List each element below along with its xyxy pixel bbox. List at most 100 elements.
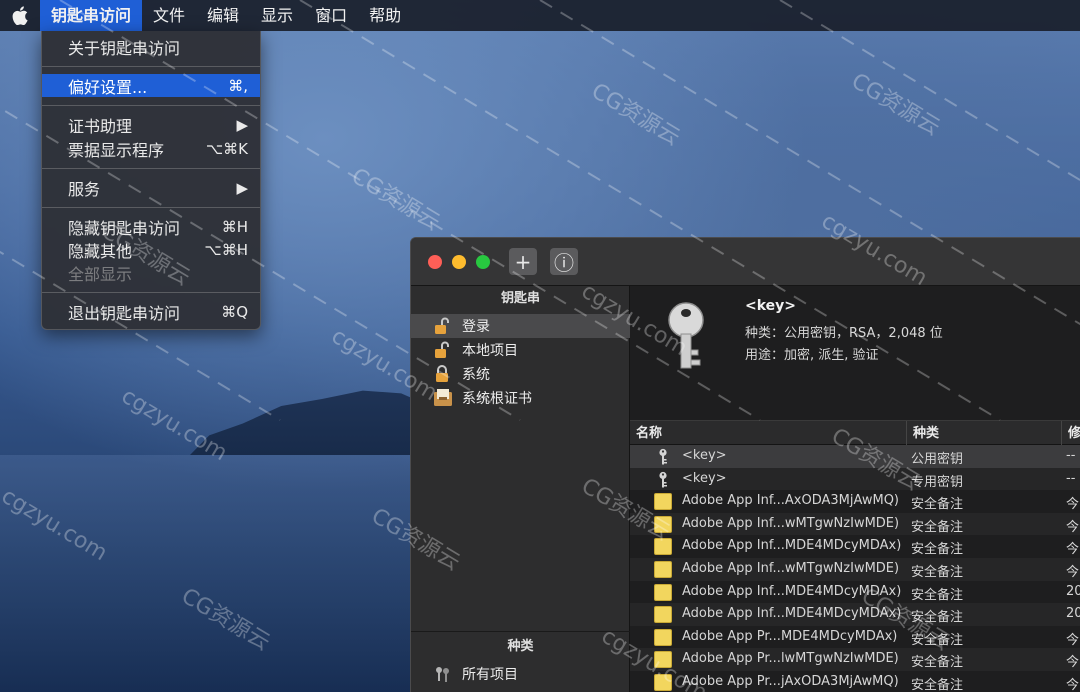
items-table: <key> 公用密钥 -- <key> 专用密钥 -- Adobe App Inf...Ax…: [630, 445, 1080, 692]
row-name: Adobe App Inf...MDE4MDcyMDAx): [682, 538, 902, 554]
menu-item-about[interactable]: 关于钥匙串访问: [42, 35, 260, 58]
row-kind: 安全备注: [911, 655, 964, 671]
menu-item-label: 服务: [68, 179, 101, 199]
keychains-header: 钥匙串: [500, 291, 540, 306]
row-modified: --: [1066, 448, 1076, 463]
menu-keychain-access[interactable]: 钥匙串访问: [40, 0, 143, 31]
sidebar: 钥匙串 登录 本地项目 系统 系统根证书 种类 所有项目: [411, 286, 630, 692]
get-info-button[interactable]: ⓘ: [550, 248, 578, 275]
menu-shortcut: ⌘,: [228, 76, 248, 95]
sidebar-item-system-roots[interactable]: 系统根证书: [411, 386, 630, 410]
column-header-modified[interactable]: 修: [1061, 421, 1080, 446]
table-row[interactable]: Adobe App Pr...jAxODA3MjAwMQ) 安全备注 今: [630, 671, 1080, 692]
unlocked-padlock-icon: [433, 316, 453, 336]
unlocked-padlock-icon: [433, 340, 453, 360]
menu-item-ticket-viewer[interactable]: 票据显示程序 ⌥⌘K: [42, 137, 260, 160]
table-row[interactable]: <key> 公用密钥 --: [630, 445, 1080, 468]
row-name: Adobe App Inf...wMTgwNzIwMDE): [682, 560, 900, 576]
row-kind: 安全备注: [911, 677, 964, 692]
close-window-button[interactable]: [428, 255, 442, 269]
row-kind: 安全备注: [911, 610, 964, 626]
menu-item-label: 票据显示程序: [68, 140, 165, 160]
sidebar-item-local-items[interactable]: 本地项目: [411, 338, 630, 362]
item-kind-line: 种类：公用密钥，RSA，2,048 位: [745, 326, 943, 341]
row-modified: --: [1066, 470, 1076, 486]
menu-item-quit[interactable]: 退出钥匙串访问 ⌘Q: [42, 300, 260, 323]
sidebar-item-all-items[interactable]: 所有项目: [411, 662, 630, 686]
menu-separator: [42, 168, 260, 169]
row-modified: 今: [1066, 497, 1080, 513]
row-name: Adobe App Pr...lwMTgwNzIwMDE): [682, 651, 899, 667]
item-info-panel: <key> 种类：公用密钥，RSA，2,048 位 用途：加密, 派生, 验证: [630, 286, 1080, 416]
item-title: <key>: [745, 298, 797, 314]
row-name: <key>: [682, 448, 727, 463]
note-icon: [654, 560, 672, 578]
menu-separator: [42, 66, 260, 67]
table-row[interactable]: Adobe App Inf...MDE4MDcyMDAx) 安全备注 20: [630, 603, 1080, 626]
note-icon: [654, 628, 672, 646]
certificate-cabinet-icon: [433, 388, 453, 408]
menu-item-hide-app[interactable]: 隐藏钥匙串访问 ⌘H: [42, 215, 260, 238]
note-icon: [654, 651, 672, 669]
all-items-icon: [433, 664, 453, 684]
menu-item-show-all: 全部显示: [42, 261, 260, 284]
sidebar-item-label: 系统根证书: [462, 391, 532, 407]
note-icon: [654, 673, 672, 691]
menu-item-certificate-assistant[interactable]: 证书助理 ▶: [42, 113, 260, 136]
sidebar-item-label: 系统: [462, 367, 490, 383]
row-name: Adobe App Inf...AxODA3MjAwMQ): [682, 493, 899, 509]
menu-view[interactable]: 显示: [250, 0, 304, 31]
note-icon: [654, 538, 672, 556]
key-large-icon: [662, 300, 710, 376]
menu-item-hide-others[interactable]: 隐藏其他 ⌥⌘H: [42, 238, 260, 261]
row-kind: 安全备注: [911, 564, 964, 580]
main-content: <key> 种类：公用密钥，RSA，2,048 位 用途：加密, 派生, 验证 …: [630, 286, 1080, 692]
locked-padlock-icon: [433, 364, 453, 384]
sidebar-item-system[interactable]: 系统: [411, 362, 630, 386]
zoom-window-button[interactable]: [476, 255, 490, 269]
category-section: 种类 所有项目: [411, 631, 630, 692]
menu-item-label: 关于钥匙串访问: [68, 38, 181, 58]
minimize-window-button[interactable]: [452, 255, 466, 269]
column-header-name[interactable]: 名称: [630, 421, 662, 446]
row-kind: 安全备注: [911, 542, 964, 558]
menu-item-services[interactable]: 服务 ▶: [42, 176, 260, 199]
column-header-kind[interactable]: 种类: [906, 421, 939, 446]
row-modified: 今: [1066, 564, 1080, 580]
menu-separator: [42, 105, 260, 106]
apple-menu-icon[interactable]: [0, 0, 40, 31]
menu-shortcut: ⌥⌘H: [204, 240, 248, 259]
menu-item-label: 隐藏钥匙串访问: [68, 218, 181, 238]
key-icon: [654, 448, 672, 465]
menu-item-label: 证书助理: [68, 116, 133, 136]
sidebar-item-login[interactable]: 登录: [411, 314, 630, 338]
menu-shortcut: ⌥⌘K: [205, 139, 248, 158]
row-kind: 安全备注: [911, 587, 964, 603]
note-icon: [654, 606, 672, 624]
table-row[interactable]: Adobe App Inf...MDE4MDcyMDAx) 安全备注 20: [630, 581, 1080, 604]
row-modified: 今: [1066, 677, 1080, 692]
table-row[interactable]: Adobe App Inf...AxODA3MjAwMQ) 安全备注 今: [630, 490, 1080, 513]
menu-edit[interactable]: 编辑: [196, 0, 250, 31]
menu-window[interactable]: 窗口: [304, 0, 358, 31]
row-name: Adobe App Inf...wMTgwNzIwMDE): [682, 515, 900, 531]
note-icon: [654, 515, 672, 533]
menu-bar: 钥匙串访问 文件 编辑 显示 窗口 帮助: [0, 0, 1080, 31]
table-row[interactable]: Adobe App Inf...wMTgwNzIwMDE) 安全备注 今: [630, 512, 1080, 536]
window-toolbar: + ⓘ: [411, 238, 1080, 286]
menu-item-preferences[interactable]: 偏好设置... ⌘,: [42, 74, 260, 97]
table-row[interactable]: Adobe App Pr...lwMTgwNzIwMDE) 安全备注 今: [630, 648, 1080, 671]
menu-help[interactable]: 帮助: [358, 0, 412, 31]
add-item-button[interactable]: +: [509, 248, 537, 275]
menu-file[interactable]: 文件: [142, 0, 196, 31]
table-row[interactable]: <key> 专用密钥 --: [630, 467, 1080, 491]
table-row[interactable]: Adobe App Pr...MDE4MDcyMDAx) 安全备注 今: [630, 626, 1080, 649]
row-kind: 安全备注: [911, 632, 964, 648]
table-row[interactable]: Adobe App Inf...MDE4MDcyMDAx) 安全备注 今: [630, 535, 1080, 558]
menu-separator: [42, 292, 260, 293]
table-row[interactable]: Adobe App Inf...wMTgwNzIwMDE) 安全备注 今: [630, 557, 1080, 581]
row-name: <key>: [682, 470, 727, 486]
item-usage-line: 用途：加密, 派生, 验证: [745, 348, 879, 363]
sidebar-item-label: 所有项目: [462, 667, 518, 683]
row-modified: 今: [1066, 655, 1080, 671]
